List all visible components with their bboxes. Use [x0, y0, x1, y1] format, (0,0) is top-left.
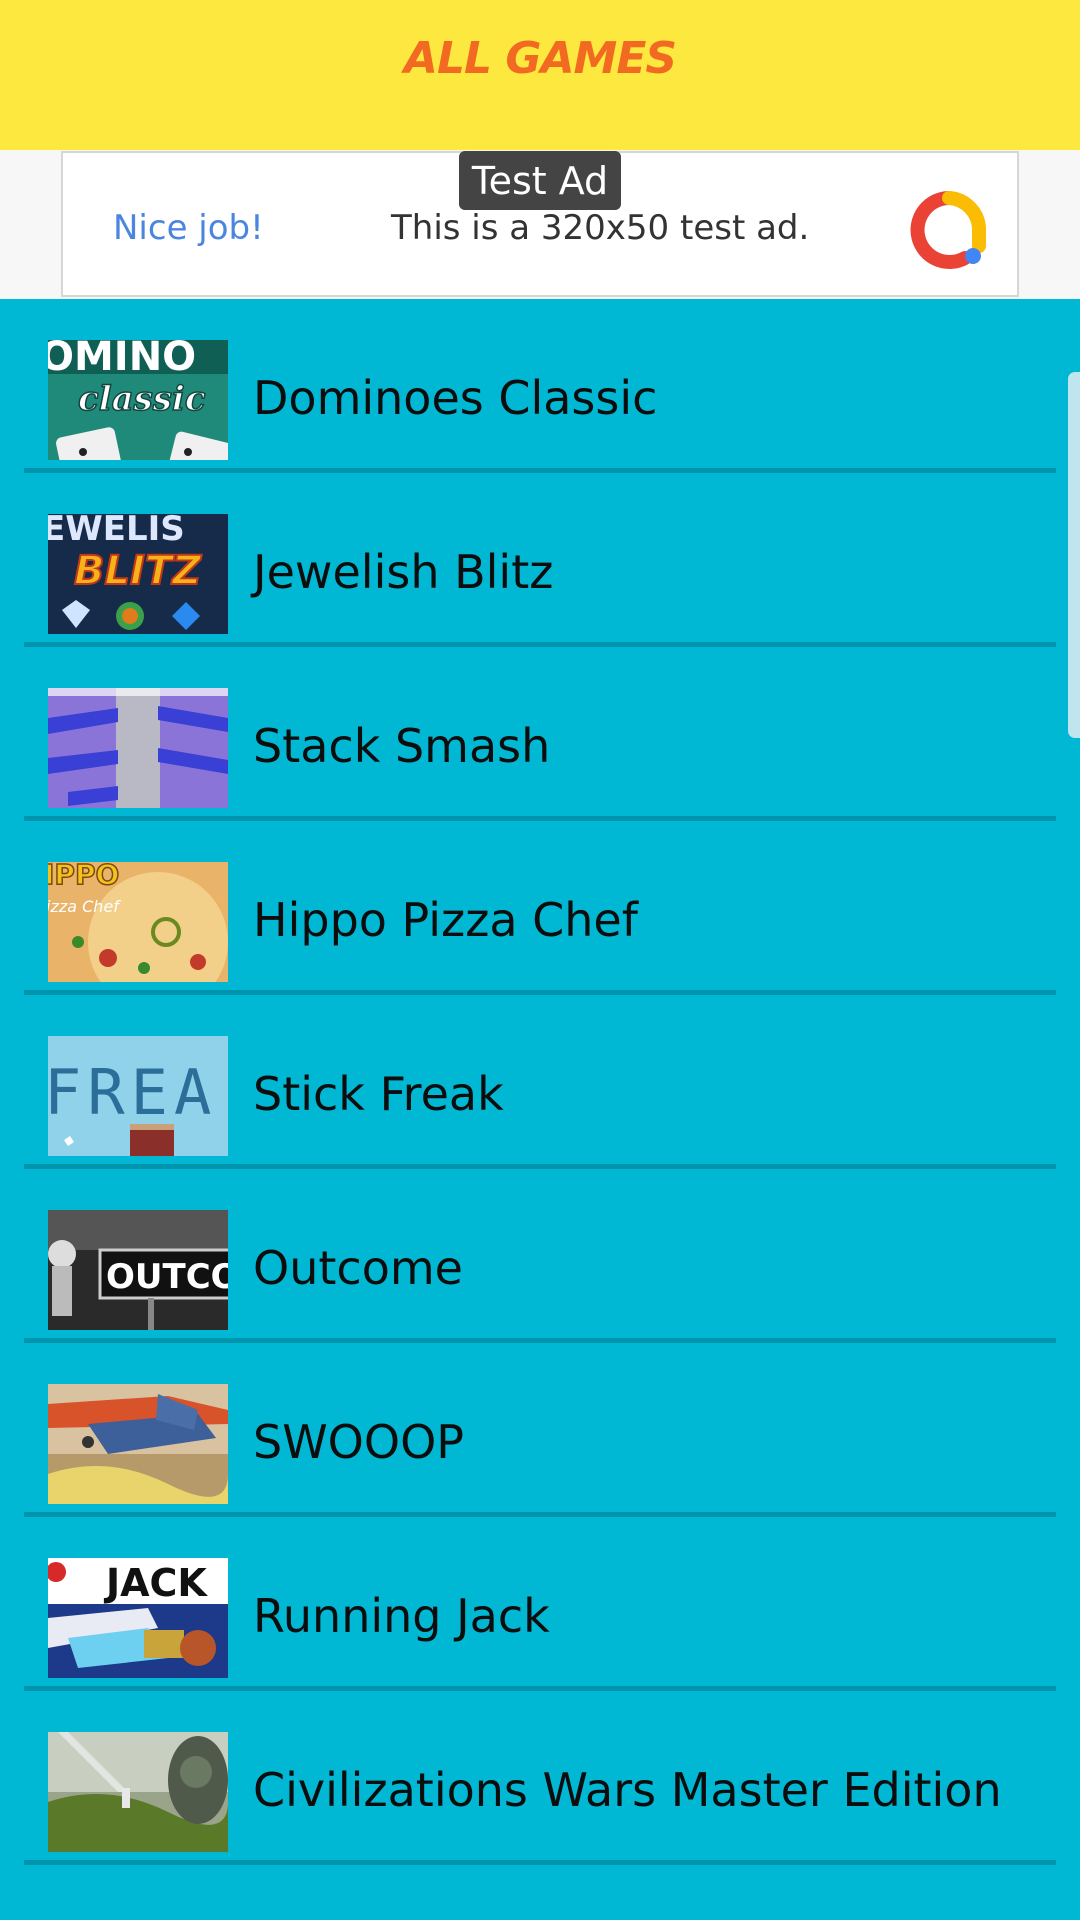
ad-nice-text: Nice job!: [113, 208, 264, 248]
games-list: OMINO classic Dominoes Classic EWELIS BL…: [0, 299, 1080, 1865]
svg-text:izza Chef: izza Chef: [48, 897, 121, 916]
game-row-stick-freak[interactable]: FREA Stick Freak: [0, 995, 1080, 1169]
game-row-outcome[interactable]: OUTCO Outcome: [0, 1169, 1080, 1343]
game-row-running-jack[interactable]: JACK Running Jack: [0, 1517, 1080, 1691]
svg-text:JACK: JACK: [103, 1561, 208, 1605]
swooop-thumbnail: [48, 1384, 228, 1504]
svg-text:BLITZ: BLITZ: [74, 548, 202, 594]
civilizations-wars-thumbnail: [48, 1732, 228, 1852]
row-divider: [24, 1860, 1056, 1865]
svg-text:classic: classic: [78, 379, 206, 419]
app-header: ALL GAMES: [0, 0, 1080, 150]
game-title: Dominoes Classic: [253, 371, 658, 425]
svg-text:OUTCO: OUTCO: [106, 1257, 228, 1297]
svg-text:IPPO: IPPO: [48, 862, 119, 891]
game-title: Jewelish Blitz: [253, 545, 554, 599]
stack-smash-thumbnail: [48, 688, 228, 808]
svg-text:EWELIS: EWELIS: [48, 514, 185, 549]
game-row-jewelish-blitz[interactable]: EWELIS BLITZ Jewelish Blitz: [0, 473, 1080, 647]
svg-text:FREA: FREA: [48, 1056, 217, 1129]
outcome-thumbnail: OUTCO: [48, 1210, 228, 1330]
game-title: SWOOOP: [253, 1415, 465, 1469]
game-title: Stick Freak: [253, 1067, 504, 1121]
game-row-hippo-pizza-chef[interactable]: IPPO izza Chef Hippo Pizza Chef: [0, 821, 1080, 995]
game-title: Hippo Pizza Chef: [253, 893, 638, 947]
game-title: Stack Smash: [253, 719, 551, 773]
game-row-stack-smash[interactable]: Stack Smash: [0, 647, 1080, 821]
game-title: Running Jack: [253, 1589, 550, 1643]
game-row-swooop[interactable]: SWOOOP: [0, 1343, 1080, 1517]
scrollbar-thumb[interactable]: [1068, 372, 1080, 738]
svg-text:OMINO: OMINO: [48, 340, 196, 380]
dominoes-classic-thumbnail: OMINO classic: [48, 340, 228, 460]
game-row-civilizations-wars[interactable]: Civilizations Wars Master Edition: [0, 1691, 1080, 1865]
admob-logo-icon: [910, 191, 986, 269]
stick-freak-thumbnail: FREA: [48, 1036, 228, 1156]
game-row-dominoes-classic[interactable]: OMINO classic Dominoes Classic: [0, 299, 1080, 473]
jewelish-blitz-thumbnail: EWELIS BLITZ: [48, 514, 228, 634]
running-jack-thumbnail: JACK: [48, 1558, 228, 1678]
test-ad-badge: Test Ad: [459, 151, 621, 210]
game-title: Outcome: [253, 1241, 463, 1295]
hippo-pizza-chef-thumbnail: IPPO izza Chef: [48, 862, 228, 982]
page-title: ALL GAMES: [403, 32, 677, 84]
game-title: Civilizations Wars Master Edition: [253, 1763, 1002, 1817]
ad-body-text: This is a 320x50 test ad.: [391, 208, 810, 248]
